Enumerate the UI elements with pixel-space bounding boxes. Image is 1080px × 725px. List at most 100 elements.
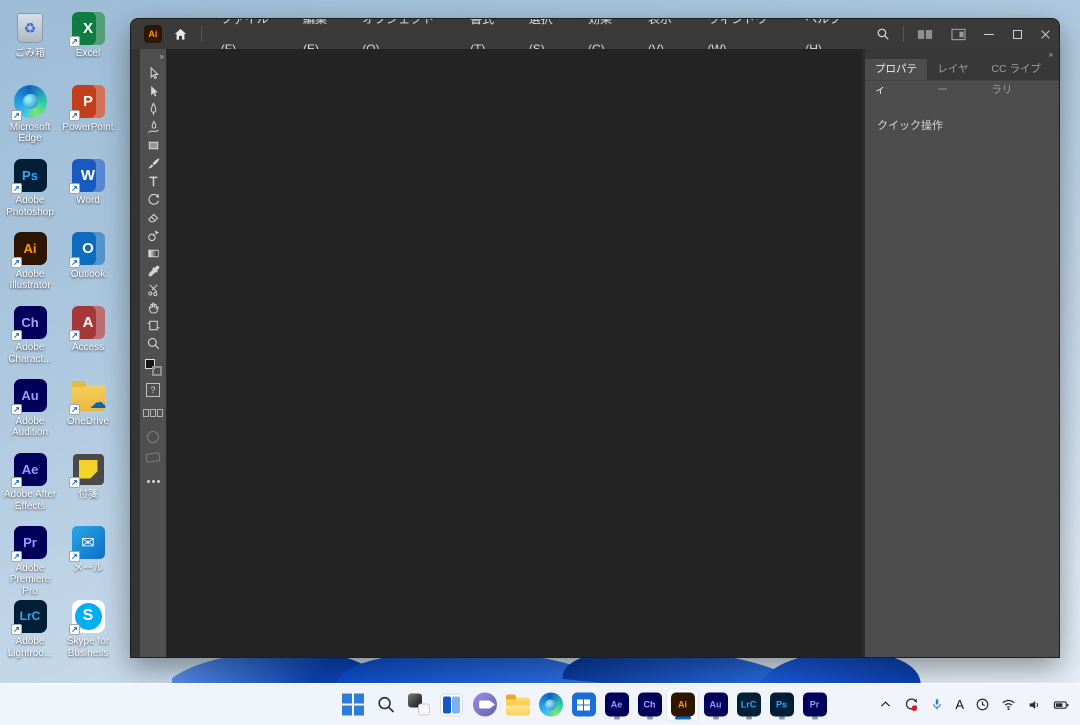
- taskbar-audition[interactable]: Au: [700, 689, 731, 720]
- color-control-glyph: ?: [150, 385, 155, 395]
- clock-app-button[interactable]: [975, 697, 990, 712]
- panel-collapse-button[interactable]: »: [865, 49, 1059, 59]
- desktop-icon-powerpoint[interactable]: P↗ PowerPoint: [60, 85, 117, 159]
- desktop-icon-adobe-premiere-pro[interactable]: Pr↗ Adobe Premiere Pro: [2, 526, 59, 600]
- premiere-pro-icon: Pr: [803, 693, 827, 717]
- draw-inside-icon: [157, 409, 163, 417]
- ime-mode-button[interactable]: A: [955, 697, 964, 712]
- hand-tool-icon: [146, 300, 161, 315]
- type-tool[interactable]: [142, 172, 164, 190]
- gradient-tool-icon: [146, 246, 161, 261]
- file-explorer-button[interactable]: [502, 689, 533, 720]
- selection-tool[interactable]: [142, 64, 164, 82]
- tab-cc-libraries[interactable]: CC ライブラリ: [981, 59, 1059, 80]
- document-canvas[interactable]: [166, 49, 863, 657]
- curvature-tool[interactable]: [142, 118, 164, 136]
- start-button[interactable]: [337, 689, 368, 720]
- shortcut-arrow-icon: ↗: [69, 330, 80, 341]
- search-button[interactable]: [867, 27, 899, 41]
- desktop-icon-adobe-after-effects[interactable]: Ae↗ Adobe After Effects: [2, 452, 59, 526]
- task-view-icon: [408, 694, 430, 716]
- eraser-tool-icon: [146, 210, 161, 225]
- color-control[interactable]: ?: [146, 383, 160, 397]
- minimize-icon: [984, 34, 994, 35]
- tab-layers[interactable]: レイヤー: [927, 59, 981, 80]
- excel-badge: X: [83, 20, 93, 37]
- network-button[interactable]: [1001, 698, 1016, 711]
- widgets-button[interactable]: [436, 689, 467, 720]
- fill-stroke-control[interactable]: [144, 358, 162, 376]
- minimize-button[interactable]: [975, 19, 1003, 49]
- desktop-icon-recycle-bin[interactable]: ♻ ごみ箱: [2, 11, 59, 85]
- zoom-tool[interactable]: [142, 334, 164, 352]
- desktop-icon-onedrive[interactable]: ☁↗ OneDrive: [60, 379, 117, 453]
- hand-tool[interactable]: [142, 298, 164, 316]
- eyedropper-tool[interactable]: [142, 262, 164, 280]
- desktop-icon-adobe-audition[interactable]: Au↗ Adobe Audition: [2, 379, 59, 453]
- pen-tool[interactable]: [142, 100, 164, 118]
- running-indicator: [647, 716, 653, 719]
- paintbrush-tool-icon: [146, 156, 161, 171]
- tray-overflow-button[interactable]: [879, 698, 892, 711]
- rectangle-tool[interactable]: [142, 136, 164, 154]
- taskbar-illustrator[interactable]: Ai: [667, 689, 698, 720]
- taskbar: Ae Ch Ai Au LrC Ps Pr A: [0, 683, 1080, 725]
- microsoft-store-button[interactable]: [568, 689, 599, 720]
- desktop-icon-mail[interactable]: ✉↗ メール: [60, 526, 117, 600]
- shortcut-arrow-icon: ↗: [69, 257, 80, 268]
- record-icon: [903, 697, 919, 713]
- desktop-icon-excel[interactable]: X↗ Excel: [60, 11, 117, 85]
- taskbar-search-button[interactable]: [370, 689, 401, 720]
- desktop-icon-sticky-notes[interactable]: ↗ 付箋: [60, 452, 117, 526]
- shortcut-arrow-icon: ↗: [11, 404, 22, 415]
- direct-selection-tool[interactable]: [142, 82, 164, 100]
- volume-button[interactable]: [1027, 698, 1042, 712]
- maximize-button[interactable]: [1003, 19, 1031, 49]
- desktop-icon-microsoft-edge[interactable]: ↗ Microsoft Edge: [2, 85, 59, 159]
- tab-properties[interactable]: プロパティ: [865, 59, 927, 80]
- taskbar-after-effects[interactable]: Ae: [601, 689, 632, 720]
- desktop-icon-adobe-illustrator[interactable]: Ai↗ Adobe Illustrator: [2, 232, 59, 306]
- desktop-icon-access[interactable]: A↗ Access: [60, 305, 117, 379]
- desktop-icon-adobe-lightroom[interactable]: LrC↗ Adobe Lightroo...: [2, 599, 59, 673]
- desktop-icon-word[interactable]: W↗ Word: [60, 158, 117, 232]
- taskbar-character-animator[interactable]: Ch: [634, 689, 665, 720]
- workspace-switcher-button[interactable]: [942, 28, 975, 41]
- edit-toolbar-button[interactable]: [152, 480, 155, 483]
- chat-button[interactable]: [469, 689, 500, 720]
- artboard-tool-icon: [146, 318, 161, 333]
- home-button[interactable]: [173, 27, 188, 42]
- taskbar-lightroom-classic[interactable]: LrC: [733, 689, 764, 720]
- rotate-tool[interactable]: [142, 190, 164, 208]
- premiere-pro-badge: Pr: [810, 700, 820, 710]
- desktop-icon-label: Outlook: [71, 269, 105, 281]
- recording-status-button[interactable]: [903, 697, 919, 713]
- drawing-mode-buttons[interactable]: [143, 409, 163, 417]
- edge-button[interactable]: [535, 689, 566, 720]
- gradient-tool[interactable]: [142, 244, 164, 262]
- scissors-tool[interactable]: [142, 280, 164, 298]
- character-animator-icon: Ch: [638, 693, 662, 717]
- taskbar-photoshop[interactable]: Ps: [766, 689, 797, 720]
- close-button[interactable]: [1031, 19, 1059, 49]
- task-view-button[interactable]: [403, 689, 434, 720]
- photoshop-badge: Ps: [776, 700, 787, 710]
- battery-button[interactable]: [1053, 698, 1070, 712]
- microphone-status-button[interactable]: [930, 697, 944, 712]
- desktop-icon-adobe-character[interactable]: Ch↗ Adobe Charact...: [2, 305, 59, 379]
- arrange-documents-button[interactable]: [908, 28, 942, 41]
- quick-actions-label: クイック操作: [877, 117, 1047, 133]
- artboard-tool[interactable]: [142, 316, 164, 334]
- dimmed-tool-icon: [145, 452, 160, 463]
- after-effects-badge: Ae: [611, 700, 623, 710]
- window-body: » ?: [131, 49, 1059, 657]
- eraser-tool[interactable]: [142, 208, 164, 226]
- desktop-icon-label: OneDrive: [67, 416, 109, 428]
- desktop-icon-label: メール: [73, 563, 103, 575]
- taskbar-premiere-pro[interactable]: Pr: [799, 689, 830, 720]
- desktop-icon-adobe-photoshop[interactable]: Ps↗ Adobe Photoshop: [2, 158, 59, 232]
- desktop-icon-skype-for-business[interactable]: S↗ Skype for Business: [60, 599, 117, 673]
- paintbrush-tool[interactable]: [142, 154, 164, 172]
- desktop-icon-outlook[interactable]: O↗ Outlook: [60, 232, 117, 306]
- shape-builder-tool[interactable]: [142, 226, 164, 244]
